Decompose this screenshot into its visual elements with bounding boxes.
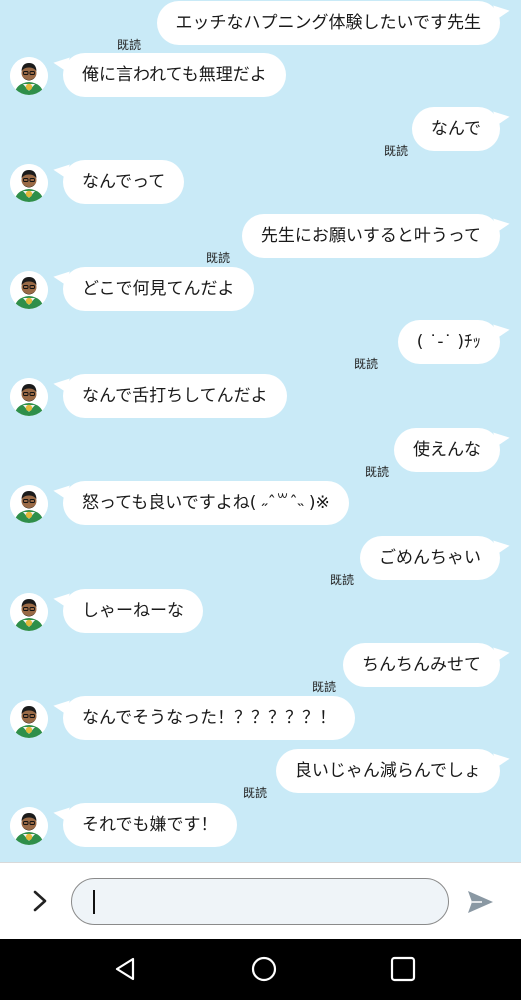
send-icon xyxy=(468,891,493,913)
message-sent: 既読 ( ˙-˙ )ﾁｯ xyxy=(0,320,521,371)
avatar[interactable] xyxy=(10,57,48,95)
message-received: なんでって xyxy=(0,160,521,204)
home-circle-icon xyxy=(251,956,277,982)
avatar[interactable] xyxy=(10,700,48,738)
avatar-image xyxy=(10,57,48,95)
message-bubble[interactable]: エッチなハプニング体験したいです先生 xyxy=(156,1,500,45)
message-received: なんでそうなった！？？？？？！ xyxy=(0,696,521,740)
message-bubble[interactable]: ごめんちゃい xyxy=(360,536,500,580)
read-receipt: 既読 xyxy=(383,144,408,158)
avatar[interactable] xyxy=(10,378,48,416)
message-bubble[interactable]: なんで舌打ちしてんだよ xyxy=(63,374,287,418)
expand-button[interactable] xyxy=(26,887,54,915)
message-sent: 既読 先生にお願いすると叶うって xyxy=(0,214,521,265)
recents-square-icon xyxy=(390,956,416,982)
message-bubble[interactable]: ちんちんみせて xyxy=(343,643,500,687)
avatar-image xyxy=(10,593,48,631)
avatar[interactable] xyxy=(10,271,48,309)
avatar-image xyxy=(10,807,48,845)
message-bubble[interactable]: それでも嫌です！ xyxy=(63,803,237,847)
avatar-image xyxy=(10,271,48,309)
send-button[interactable] xyxy=(464,887,496,917)
message-received: なんで舌打ちしてんだよ xyxy=(0,374,521,418)
avatar-image xyxy=(10,700,48,738)
chevron-right-icon xyxy=(33,890,47,912)
message-bubble[interactable]: 先生にお願いすると叶うって xyxy=(241,214,500,258)
message-bubble[interactable]: 使えんな xyxy=(394,428,500,472)
composer-bar xyxy=(0,862,521,939)
message-sent: 既読 使えんな xyxy=(0,428,521,479)
message-bubble[interactable]: なんでそうなった！？？？？？！ xyxy=(63,696,356,740)
message-sent: 既読 エッチなハプニング体験したいです先生 xyxy=(0,1,521,52)
nav-back-button[interactable] xyxy=(111,954,141,984)
text-cursor xyxy=(93,890,95,914)
message-bubble[interactable]: なんで xyxy=(411,107,500,151)
avatar[interactable] xyxy=(10,807,48,845)
message-bubble[interactable]: ( ˙-˙ )ﾁｯ xyxy=(397,320,500,364)
message-received: どこで何見てんだよ xyxy=(0,267,521,311)
nav-home-button[interactable] xyxy=(249,954,279,984)
read-receipt: 既読 xyxy=(242,786,267,800)
message-bubble[interactable]: しゃーねーな xyxy=(63,589,203,633)
read-receipt: 既読 xyxy=(364,465,389,479)
avatar-image xyxy=(10,164,48,202)
message-received: しゃーねーな xyxy=(0,589,521,633)
chat-area[interactable]: 既読 エッチなハプニング体験したいです先生 俺に言われても無理だよ 既読 なんで xyxy=(0,0,521,862)
read-receipt: 既読 xyxy=(311,680,336,694)
read-receipt: 既読 xyxy=(329,573,354,587)
message-bubble[interactable]: 俺に言われても無理だよ xyxy=(63,53,286,97)
read-receipt: 既読 xyxy=(116,38,141,52)
system-navigation-bar xyxy=(0,939,521,1000)
message-sent: 既読 ごめんちゃい xyxy=(0,536,521,587)
avatar[interactable] xyxy=(10,485,48,523)
message-input[interactable] xyxy=(71,878,449,925)
avatar[interactable] xyxy=(10,164,48,202)
message-sent: 既読 良いじゃん減らんでしょ xyxy=(0,749,521,800)
message-bubble[interactable]: どこで何見てんだよ xyxy=(63,267,254,311)
read-receipt: 既読 xyxy=(353,357,378,371)
avatar[interactable] xyxy=(10,593,48,631)
message-bubble[interactable]: 怒っても良いですよね( ˶ˆ꒳ˆ˵ )※ xyxy=(63,481,349,525)
read-receipt: 既読 xyxy=(205,251,230,265)
message-received: 怒っても良いですよね( ˶ˆ꒳ˆ˵ )※ xyxy=(0,481,521,525)
back-triangle-icon xyxy=(115,957,135,981)
nav-recents-button[interactable] xyxy=(388,954,418,984)
message-bubble[interactable]: なんでって xyxy=(63,160,185,204)
message-sent: 既読 ちんちんみせて xyxy=(0,643,521,694)
message-received: それでも嫌です！ xyxy=(0,803,521,847)
message-received: 俺に言われても無理だよ xyxy=(0,53,521,97)
avatar-image xyxy=(10,378,48,416)
message-sent: 既読 なんで xyxy=(0,107,521,158)
avatar-image xyxy=(10,485,48,523)
message-bubble[interactable]: 良いじゃん減らんでしょ xyxy=(275,749,500,793)
